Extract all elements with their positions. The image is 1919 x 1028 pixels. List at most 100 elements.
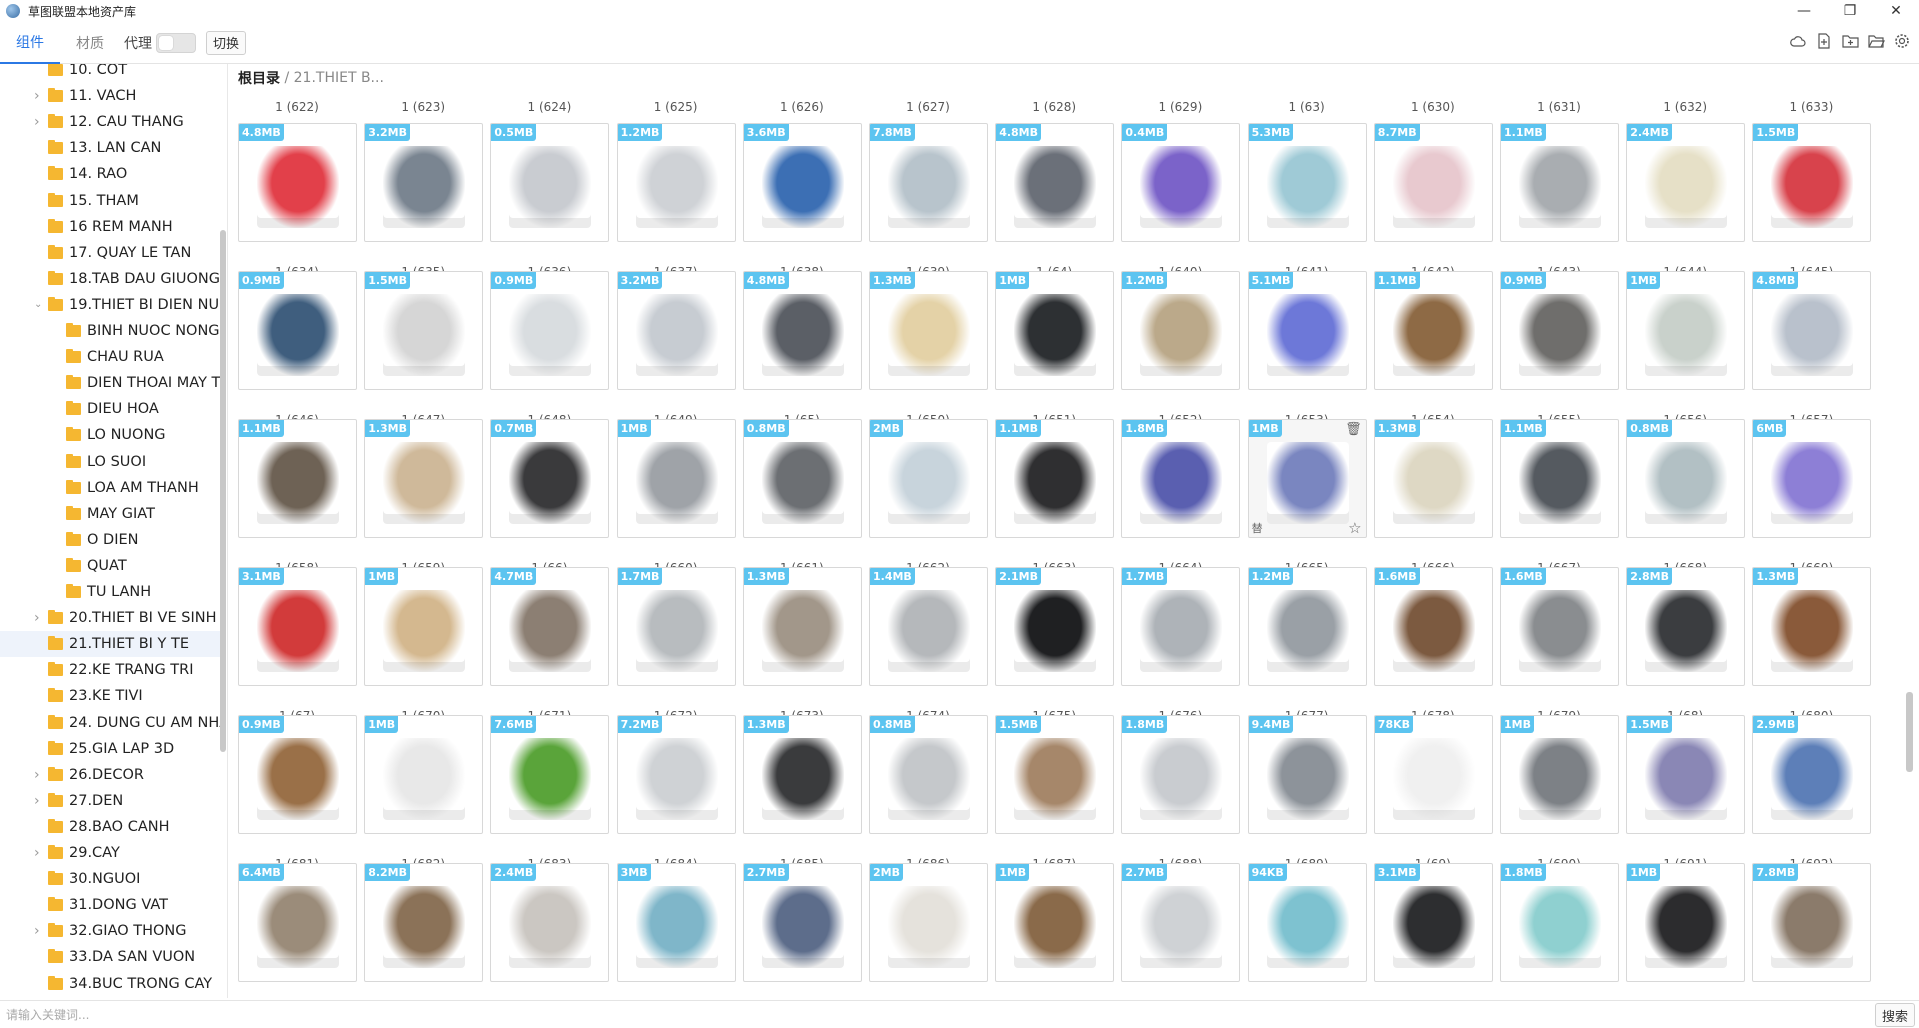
caret-right-icon[interactable]: › bbox=[34, 114, 40, 130]
asset-card[interactable]: 5.3MB bbox=[1247, 123, 1367, 242]
sidebar-item[interactable]: 30.NGUOI bbox=[0, 866, 220, 892]
asset-card[interactable]: 1MB 🗑 替 ☆ bbox=[1247, 419, 1367, 538]
sidebar-item[interactable]: LO NUONG bbox=[0, 422, 220, 448]
asset-card[interactable]: 1MB bbox=[364, 715, 484, 834]
asset-card[interactable]: 7.6MB bbox=[490, 715, 610, 834]
trash-icon[interactable]: 🗑 bbox=[1345, 422, 1362, 437]
asset-card[interactable]: 1MB bbox=[1500, 715, 1619, 834]
asset-card[interactable]: 0.8MB bbox=[869, 715, 988, 834]
asset-card[interactable]: 0.9MB bbox=[490, 271, 610, 390]
asset-card[interactable]: 2MB bbox=[869, 863, 988, 982]
sidebar-item[interactable]: 33.DA SAN VUON bbox=[0, 944, 220, 970]
asset-card[interactable]: 6MB bbox=[1752, 419, 1872, 538]
asset-card[interactable]: 6.4MB bbox=[238, 863, 357, 982]
sidebar-item[interactable]: O DIEN bbox=[0, 527, 220, 553]
sidebar-item[interactable]: 14. RAO bbox=[0, 161, 220, 187]
asset-card[interactable]: 0.9MB bbox=[1500, 271, 1619, 390]
asset-card[interactable]: 2.4MB bbox=[1626, 123, 1746, 242]
settings-icon[interactable] bbox=[1893, 32, 1911, 50]
asset-card[interactable]: 2.4MB bbox=[490, 863, 610, 982]
asset-card[interactable]: 0.9MB bbox=[238, 715, 357, 834]
asset-card[interactable]: 1.5MB bbox=[1626, 715, 1746, 834]
minimize-icon[interactable]: — bbox=[1781, 0, 1827, 22]
asset-card[interactable]: 0.9MB bbox=[238, 271, 357, 390]
switch-button[interactable]: 切换 bbox=[206, 30, 247, 55]
sidebar-item[interactable]: CHAU RUA bbox=[0, 344, 220, 370]
asset-card[interactable]: 1MB bbox=[995, 863, 1115, 982]
asset-card[interactable]: 2MB bbox=[869, 419, 988, 538]
asset-card[interactable]: 0.8MB bbox=[742, 419, 862, 538]
cloud-icon[interactable] bbox=[1789, 32, 1807, 50]
asset-card[interactable]: 1.3MB bbox=[742, 567, 862, 686]
sidebar-item[interactable]: 13. LAN CAN bbox=[0, 135, 220, 161]
asset-card[interactable]: 1.3MB bbox=[742, 715, 862, 834]
asset-card[interactable]: 1MB bbox=[995, 271, 1115, 390]
sidebar-item[interactable]: 31.DONG VAT bbox=[0, 892, 220, 918]
sidebar-item[interactable]: 23.KE TIVI bbox=[0, 683, 220, 709]
sidebar-item[interactable]: ⌄ 19.THIET BI DIEN NUOC bbox=[0, 292, 220, 318]
asset-card[interactable]: 1MB bbox=[1626, 863, 1746, 982]
caret-right-icon[interactable]: › bbox=[34, 767, 40, 783]
maximize-icon[interactable]: ❐ bbox=[1827, 0, 1873, 22]
asset-card[interactable]: 1.2MB bbox=[616, 123, 736, 242]
sidebar-item[interactable]: QUAT bbox=[0, 553, 220, 579]
caret-right-icon[interactable]: › bbox=[34, 88, 40, 104]
search-button[interactable]: 搜索 bbox=[1874, 1003, 1915, 1027]
asset-card[interactable]: 0.7MB bbox=[490, 419, 610, 538]
asset-card[interactable]: 0.5MB bbox=[490, 123, 610, 242]
asset-card[interactable]: 5.1MB bbox=[1247, 271, 1367, 390]
asset-card[interactable]: 8.7MB bbox=[1373, 123, 1493, 242]
sidebar-item[interactable]: TU LANH bbox=[0, 579, 220, 605]
sidebar-item[interactable]: DIEU HOA bbox=[0, 396, 220, 422]
sidebar-item[interactable]: 28.BAO CANH bbox=[0, 814, 220, 840]
search-input[interactable] bbox=[6, 1004, 1866, 1026]
asset-card[interactable]: 1.1MB bbox=[1500, 419, 1619, 538]
asset-card[interactable]: 0.8MB bbox=[1626, 419, 1746, 538]
sidebar-item[interactable]: › 20.THIET BI VE SINH bbox=[0, 605, 220, 631]
new-file-icon[interactable] bbox=[1815, 32, 1833, 50]
tab-components[interactable]: 组件 bbox=[0, 22, 60, 64]
asset-card[interactable]: 1.8MB bbox=[1121, 419, 1241, 538]
asset-card[interactable]: 1.5MB bbox=[364, 271, 484, 390]
sidebar-item[interactable]: › 12. CAU THANG bbox=[0, 109, 220, 135]
asset-card[interactable]: 1.3MB bbox=[364, 419, 484, 538]
asset-card[interactable]: 1.2MB bbox=[1121, 271, 1241, 390]
asset-card[interactable]: 94KB bbox=[1247, 863, 1367, 982]
close-icon[interactable]: ✕ bbox=[1873, 0, 1919, 22]
asset-card[interactable]: 2.7MB bbox=[1121, 863, 1241, 982]
asset-card[interactable]: 78KB bbox=[1373, 715, 1493, 834]
asset-card[interactable]: 7.2MB bbox=[616, 715, 736, 834]
asset-card[interactable]: 8.2MB bbox=[364, 863, 484, 982]
asset-card[interactable]: 1MB bbox=[616, 419, 736, 538]
asset-card[interactable]: 2.9MB bbox=[1752, 715, 1872, 834]
asset-card[interactable]: 3MB bbox=[616, 863, 736, 982]
asset-card[interactable]: 3.2MB bbox=[364, 123, 484, 242]
asset-card[interactable]: 3.1MB bbox=[1373, 863, 1493, 982]
asset-card[interactable]: 4.8MB bbox=[1752, 271, 1872, 390]
breadcrumb-current[interactable]: 21.THIET B... bbox=[294, 70, 384, 86]
asset-card[interactable]: 1.2MB bbox=[1247, 567, 1367, 686]
sidebar-item[interactable]: MAY GIAT bbox=[0, 501, 220, 527]
asset-card[interactable]: 1.6MB bbox=[1500, 567, 1619, 686]
sidebar-item[interactable]: DIEN THOAI MAY TI bbox=[0, 370, 220, 396]
asset-card[interactable]: 1.1MB bbox=[1373, 271, 1493, 390]
new-folder-icon[interactable] bbox=[1841, 32, 1859, 50]
asset-card[interactable]: 3.2MB bbox=[616, 271, 736, 390]
asset-card[interactable]: 1.3MB bbox=[869, 271, 988, 390]
sidebar-item[interactable]: 15. THAM bbox=[0, 188, 220, 214]
asset-card[interactable]: 3.1MB bbox=[238, 567, 357, 686]
asset-card[interactable]: 3.6MB bbox=[742, 123, 862, 242]
asset-card[interactable]: 1.1MB bbox=[1500, 123, 1619, 242]
asset-card[interactable]: 0.4MB bbox=[1121, 123, 1241, 242]
asset-card[interactable]: 1.8MB bbox=[1121, 715, 1241, 834]
sidebar-item[interactable]: › 29.CAY bbox=[0, 840, 220, 866]
asset-card[interactable]: 4.8MB bbox=[742, 271, 862, 390]
asset-card[interactable]: 1.1MB bbox=[238, 419, 357, 538]
asset-card[interactable]: 1.6MB bbox=[1373, 567, 1493, 686]
sidebar-item[interactable]: › 26.DECOR bbox=[0, 762, 220, 788]
asset-card[interactable]: 1.7MB bbox=[616, 567, 736, 686]
asset-card[interactable]: 7.8MB bbox=[1752, 863, 1872, 982]
sidebar-item[interactable]: LOA AM THANH bbox=[0, 475, 220, 501]
caret-right-icon[interactable]: › bbox=[34, 923, 40, 939]
asset-card[interactable]: 1.1MB bbox=[995, 419, 1115, 538]
